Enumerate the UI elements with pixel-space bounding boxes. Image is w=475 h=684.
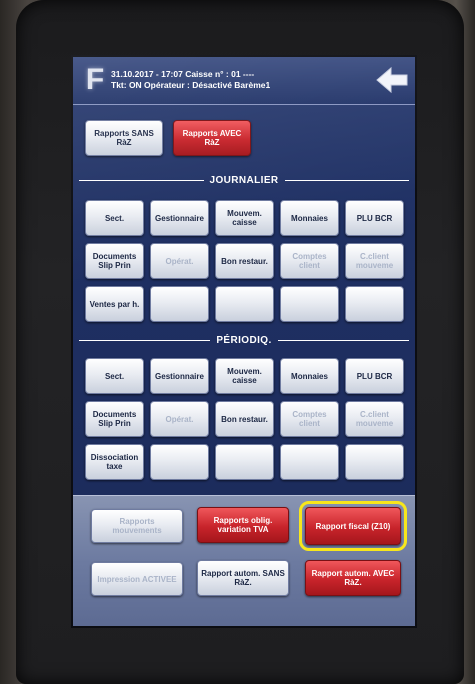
periodic-sect-button[interactable]: Sect. [85, 358, 144, 394]
vat-variation-reports-button[interactable]: Rapports oblig. variation TVA [197, 507, 289, 543]
periodic-cash-movement-button[interactable]: Mouvem. caisse [215, 358, 274, 394]
auto-report-without-reset-button[interactable]: Rapport autom. SANS RàZ. [197, 560, 289, 596]
daily-empty-button [215, 286, 274, 322]
divider-left [79, 179, 204, 181]
daily-sect-button[interactable]: Sect. [85, 200, 144, 236]
reports-without-reset-button[interactable]: Rapports SANS RàZ [85, 120, 163, 156]
daily-section-header: JOURNALIER [73, 174, 415, 186]
periodic-empty-button [150, 444, 209, 480]
header-operator-scale: Tkt: ON Opérateur : Désactivé Barème1 [111, 80, 271, 90]
daily-currencies-button[interactable]: Monnaies [280, 200, 339, 236]
periodic-currencies-button[interactable]: Monnaies [280, 358, 339, 394]
status-header: F 31.10.2017 - 17:07 Caisse n° : 01 ----… [73, 57, 415, 105]
periodic-empty-button [215, 444, 274, 480]
periodic-plu-bcr-button[interactable]: PLU BCR [345, 358, 404, 394]
fiscal-report-z10-button[interactable]: Rapport fiscal (Z10) [299, 501, 407, 551]
daily-hourly-sales-button[interactable]: Ventes par h. [85, 286, 144, 322]
daily-section-title: JOURNALIER [209, 174, 279, 186]
header-date-register: 31.10.2017 - 17:07 Caisse n° : 01 ---- [111, 69, 255, 79]
daily-client-movements-button: C.client mouveme [345, 243, 404, 279]
reports-with-reset-button[interactable]: Rapports AVEC RàZ [173, 120, 251, 156]
daily-empty-button [150, 286, 209, 322]
daily-documents-button[interactable]: Documents Slip Prin [85, 243, 144, 279]
periodic-manager-button[interactable]: Gestionnaire [150, 358, 209, 394]
auto-report-with-reset-button[interactable]: Rapport autom. AVEC RàZ. [305, 560, 401, 596]
movement-reports-button: Rapports mouvements [91, 509, 183, 543]
daily-empty-button [345, 286, 404, 322]
divider-right [277, 339, 409, 341]
printing-activated-button: Impression ACTIVEE [91, 562, 183, 596]
back-arrow-icon[interactable] [375, 65, 409, 95]
periodic-tax-dissociation-button[interactable]: Dissociation taxe [85, 444, 144, 480]
periodic-meal-voucher-button[interactable]: Bon restaur. [215, 401, 274, 437]
periodic-client-accounts-button: Comptes client [280, 401, 339, 437]
daily-meal-voucher-button[interactable]: Bon restaur. [215, 243, 274, 279]
touch-screen: F 31.10.2017 - 17:07 Caisse n° : 01 ----… [71, 55, 417, 628]
f-logo: F [85, 63, 105, 96]
periodic-operators-button: Opérat. [150, 401, 209, 437]
periodic-section-title: PÉRIODIQ. [216, 334, 272, 346]
daily-empty-button [280, 286, 339, 322]
divider-right [284, 179, 410, 181]
divider-left [79, 339, 211, 341]
daily-client-accounts-button: Comptes client [280, 243, 339, 279]
daily-manager-button[interactable]: Gestionnaire [150, 200, 209, 236]
periodic-documents-button[interactable]: Documents Slip Prin [85, 401, 144, 437]
periodic-section-header: PÉRIODIQ. [73, 334, 415, 346]
periodic-client-movements-button: C.client mouveme [345, 401, 404, 437]
daily-plu-bcr-button[interactable]: PLU BCR [345, 200, 404, 236]
daily-cash-movement-button[interactable]: Mouvem. caisse [215, 200, 274, 236]
periodic-empty-button [280, 444, 339, 480]
periodic-empty-button [345, 444, 404, 480]
daily-operators-button: Opérat. [150, 243, 209, 279]
